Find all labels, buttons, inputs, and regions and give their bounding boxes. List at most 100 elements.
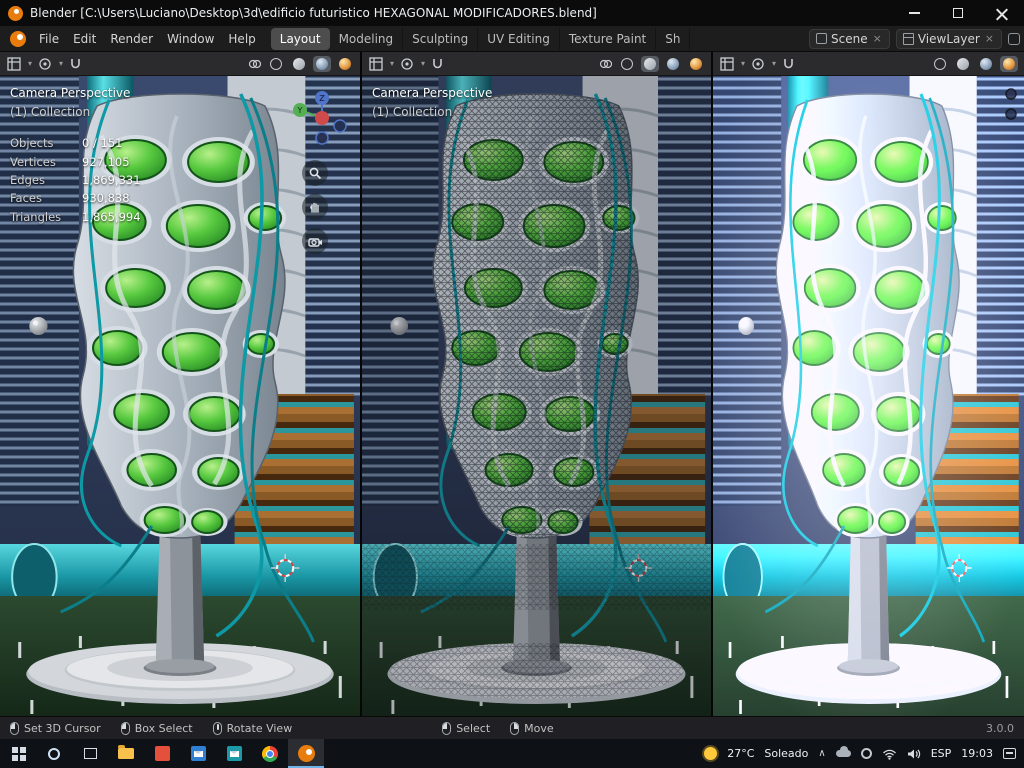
close-button[interactable] [980,0,1024,26]
wireframe-sphere-icon [621,57,633,70]
blender-taskbar-button[interactable] [288,739,324,768]
shading-rendered-button[interactable] [687,56,705,72]
solid-sphere-icon [644,57,656,70]
axis-gizmo[interactable]: Y Z [282,86,348,152]
viewport-middle-header: ▾ ▾ [362,52,711,76]
editor-type-caret-icon: ▾ [390,59,395,68]
menu-render[interactable]: Render [103,29,160,49]
blender-menu-icon[interactable] [10,30,26,47]
viewport-middle-canvas[interactable]: Camera Perspective (1) Collection [362,76,711,716]
status-bar: Set 3D Cursor Box Select Rotate View Sel… [0,716,1024,739]
tab-modeling[interactable]: Modeling [330,27,404,50]
menu-edit[interactable]: Edit [66,29,103,49]
mode-icon[interactable] [399,56,414,71]
messaging-app-button[interactable] [216,739,252,768]
menu-file[interactable]: File [32,29,66,49]
minimize-icon [908,12,920,14]
weather-temperature[interactable]: 27°C [727,747,754,760]
wireframe-overlay [362,76,711,716]
overlays-icon[interactable] [598,56,613,71]
tab-sculpting[interactable]: Sculpting [403,27,479,50]
viewport-left-header: ▾ ▾ [0,52,360,76]
shading-solid-button[interactable] [954,56,972,72]
snap-magnet-icon[interactable] [430,56,445,71]
viewport-right-header: ▾ ▾ [713,52,1024,76]
navigation-gizmo-cluster: Y Z [282,86,348,254]
editor-type-icon[interactable] [6,56,21,71]
mode-icon[interactable] [750,56,765,71]
rendered-sphere-icon [339,57,351,70]
mail-app-button[interactable] [180,739,216,768]
hint-select: Select [442,721,490,735]
viewport-middle: ▾ ▾ Camera Perspective (1) Collection [362,52,711,716]
network-wifi-icon[interactable] [882,748,897,760]
scene-selector[interactable]: Scene × [809,28,890,49]
shading-wireframe-button[interactable] [267,56,285,72]
sun-weather-icon [704,747,718,760]
shading-material-button[interactable] [664,56,682,72]
shading-material-button[interactable] [977,56,995,72]
weather-description[interactable]: Soleado [764,747,808,760]
maximize-button[interactable] [936,0,980,26]
scene-unlink-icon[interactable]: × [872,32,883,45]
photos-app-icon [154,746,170,761]
snap-magnet-icon[interactable] [781,56,796,71]
pan-hand-button[interactable] [302,194,328,220]
mode-icon[interactable] [37,56,52,71]
shading-rendered-button[interactable] [336,56,354,72]
tab-uv-editing[interactable]: UV Editing [478,27,560,50]
material-sphere-icon [667,57,679,70]
menu-help[interactable]: Help [221,29,262,49]
editor-type-caret-icon: ▾ [28,59,33,68]
new-viewlayer-icon[interactable] [1008,32,1020,45]
rendered-sphere-icon [1003,57,1015,70]
shading-rendered-button[interactable] [1000,55,1018,72]
viewport-right-canvas[interactable] [713,76,1024,716]
tray-expand-icon[interactable]: ∧ [818,748,825,759]
shading-material-button[interactable] [313,55,331,72]
volume-icon[interactable] [907,748,921,760]
tab-layout[interactable]: Layout [270,27,330,50]
hint-rotate-view: Rotate View [212,721,292,735]
folder-icon [118,745,134,759]
camera-view-button[interactable] [302,228,328,254]
tab-texture-paint[interactable]: Texture Paint [560,27,657,50]
minimize-button[interactable] [892,0,936,26]
axis-gizmo[interactable] [1000,86,1022,126]
onedrive-icon[interactable] [835,746,851,757]
task-view-button[interactable] [72,739,108,768]
language-indicator[interactable]: ESP [931,747,952,760]
snap-magnet-icon[interactable] [68,56,83,71]
tray-app-icon[interactable] [860,748,872,759]
render-glow-overlay [713,76,1024,716]
photos-app-button[interactable] [144,739,180,768]
tab-shading[interactable]: Sh [656,27,691,50]
window-title: Blender [C:\Users\Luciano\Desktop\3d\edi… [30,6,597,20]
shading-solid-button[interactable] [641,55,659,72]
material-sphere-icon [980,57,992,70]
mail-icon [190,746,206,761]
solid-sphere-icon [293,57,305,70]
close-icon [996,7,1008,19]
editor-type-icon[interactable] [368,56,383,71]
viewlayer-selector[interactable]: ViewLayer × [895,28,1002,49]
search-button[interactable] [36,739,72,768]
editor-type-icon[interactable] [719,56,734,71]
maximize-icon [953,8,963,18]
file-explorer-button[interactable] [108,739,144,768]
shading-wireframe-button[interactable] [618,56,636,72]
mouse-middle-icon [212,721,222,735]
menu-window[interactable]: Window [160,29,221,49]
viewport-left-canvas[interactable]: Camera Perspective (1) Collection Object… [0,76,360,716]
notification-center-icon[interactable] [1003,748,1016,759]
shading-solid-button[interactable] [290,56,308,72]
start-button[interactable] [0,739,36,768]
shading-wireframe-button[interactable] [931,56,949,72]
hint-set-3d-cursor: Set 3D Cursor [10,721,101,735]
viewport-area: ▾ ▾ Camera Perspective (1) Collection Ob… [0,52,1024,716]
overlays-icon[interactable] [247,56,262,71]
zoom-button[interactable] [302,160,328,186]
chrome-button[interactable] [252,739,288,768]
clock[interactable]: 19:03 [961,747,993,760]
viewlayer-remove-icon[interactable]: × [984,32,995,45]
